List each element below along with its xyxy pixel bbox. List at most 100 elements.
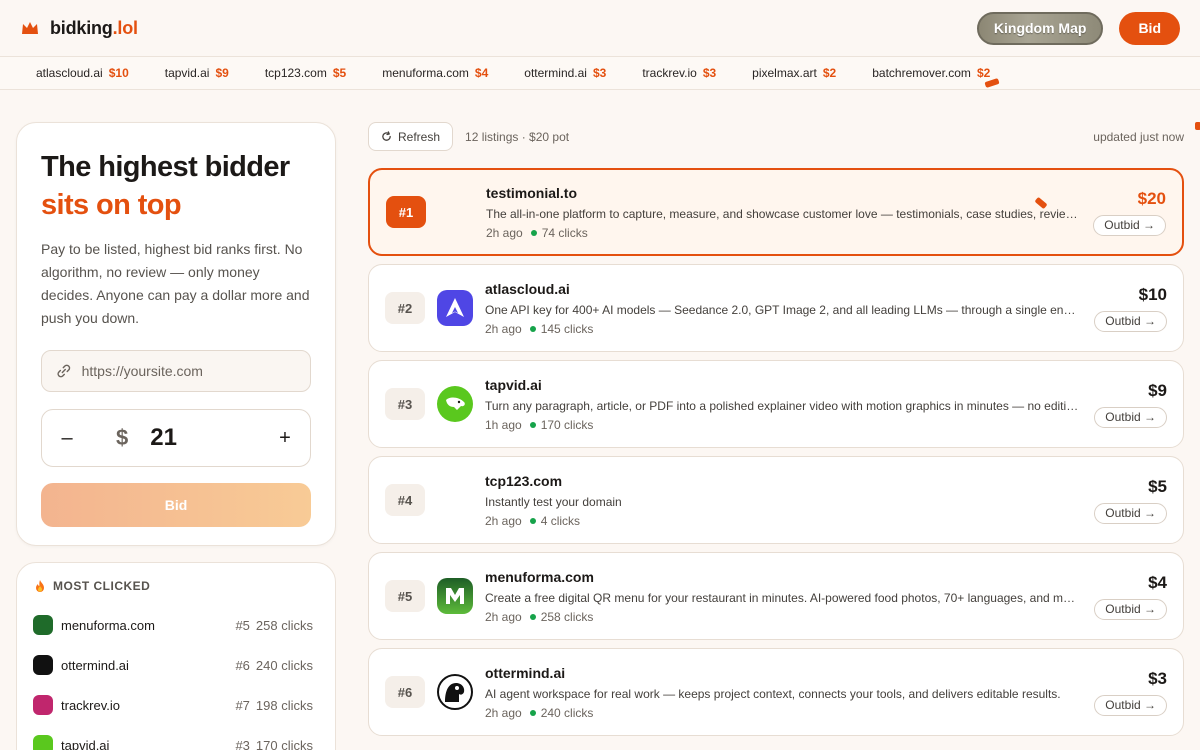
ticker-item-name: menuforma.com bbox=[382, 66, 469, 80]
ticker-item[interactable]: batchremover.com $2 bbox=[872, 66, 990, 80]
outbid-button[interactable]: Outbid → bbox=[1094, 406, 1167, 428]
increment-button[interactable]: + bbox=[276, 427, 294, 450]
ticker-item-name: ottermind.ai bbox=[524, 66, 587, 80]
site-avatar bbox=[33, 655, 53, 675]
rank-badge: #3 bbox=[385, 388, 425, 420]
listing-age: 2h ago bbox=[485, 514, 522, 528]
hero-title: The highest bidder sits on top bbox=[41, 151, 290, 221]
listing-name[interactable]: tapvid.ai bbox=[485, 376, 1081, 394]
ticker-item[interactable]: menuforma.com $4 bbox=[382, 66, 488, 80]
header-bid-button[interactable]: Bid bbox=[1119, 11, 1180, 45]
listing-age: 1h ago bbox=[485, 418, 522, 432]
listing-card[interactable]: #1 testimonial.to The all-in-one platfor… bbox=[368, 168, 1184, 256]
ticker-item[interactable]: tapvid.ai $9 bbox=[165, 66, 229, 80]
listing-description: Create a free digital QR menu for your r… bbox=[485, 591, 1081, 605]
outbid-button[interactable]: Outbid → bbox=[1094, 310, 1167, 332]
hero-description: Pay to be listed, highest bid ranks firs… bbox=[41, 241, 310, 326]
refresh-icon bbox=[382, 131, 391, 141]
listing-clicks: 145 clicks bbox=[540, 322, 594, 336]
most-clicked-item[interactable]: menuforma.com #5 258 clicks bbox=[33, 605, 313, 645]
listing-card[interactable]: #2 atlascloud.ai One API key for 400+ AI… bbox=[368, 264, 1184, 352]
listing-name[interactable]: menuforma.com bbox=[485, 568, 1081, 586]
most-clicked-item[interactable]: tapvid.ai #3 170 clicks bbox=[33, 725, 313, 750]
ticker-item[interactable]: atlascloud.ai $10 bbox=[36, 66, 129, 80]
site-logo bbox=[438, 194, 474, 230]
listing-card[interactable]: #4 tcp123.com Instantly test your domain… bbox=[368, 456, 1184, 544]
listing-price: $5 bbox=[1148, 476, 1167, 496]
clicks-dot-icon bbox=[529, 710, 536, 716]
ticker-item-price: $9 bbox=[215, 66, 229, 80]
ticker-item-name: tcp123.com bbox=[264, 66, 327, 80]
brand-logo[interactable]: bidking.lol bbox=[20, 18, 138, 39]
outbid-button[interactable]: Outbid → bbox=[1094, 598, 1167, 620]
listing-price: $20 bbox=[1137, 188, 1166, 208]
most-clicked-item[interactable]: trackrev.io #7 198 clicks bbox=[33, 685, 313, 725]
listing-name[interactable]: ottermind.ai bbox=[485, 664, 1081, 682]
ticker-item-name: atlascloud.ai bbox=[36, 66, 103, 80]
url-field[interactable] bbox=[41, 350, 311, 392]
site-avatar bbox=[33, 615, 53, 635]
rank-badge: #6 bbox=[385, 676, 425, 708]
listing-card[interactable]: #3 tapvid.ai Turn any paragraph, article… bbox=[368, 360, 1184, 448]
ticker-item[interactable]: ottermind.ai $3 bbox=[524, 66, 606, 80]
submit-bid-button[interactable]: Bid bbox=[41, 483, 311, 527]
listing-description: AI agent workspace for real work — keeps… bbox=[485, 687, 1061, 701]
clicks-dot-icon bbox=[529, 518, 536, 524]
listing-price: $3 bbox=[1148, 668, 1167, 688]
listing-name[interactable]: testimonial.to bbox=[486, 184, 1082, 202]
listing-clicks: 4 clicks bbox=[540, 514, 581, 528]
listing-age: 2h ago bbox=[485, 706, 522, 720]
most-clicked-name: ottermind.ai bbox=[61, 657, 129, 673]
site-logo bbox=[437, 386, 473, 422]
site-logo bbox=[437, 674, 473, 710]
ticker-item[interactable]: pixelmax.art $2 bbox=[752, 66, 836, 80]
ticker-item-price: $2 bbox=[822, 66, 837, 80]
listing-price: $9 bbox=[1148, 380, 1167, 400]
site-avatar bbox=[33, 695, 53, 715]
bid-card: The highest bidder sits on top Pay to be… bbox=[16, 122, 336, 546]
listing-summary: 12 listings · $20 pot bbox=[465, 129, 570, 144]
ticker-item-name: trackrev.io bbox=[642, 66, 697, 80]
listing-toolbar: Refresh 12 listings · $20 pot updated ju… bbox=[368, 122, 1184, 151]
top-header: bidking.lol Kingdom Map Bid bbox=[0, 0, 1200, 57]
most-clicked-item[interactable]: ottermind.ai #6 240 clicks bbox=[33, 645, 313, 685]
listing-name[interactable]: tcp123.com bbox=[485, 472, 1081, 490]
most-clicked-panel: MOST CLICKED menuforma.com #5 258 clicks… bbox=[16, 562, 336, 750]
ticker-item[interactable]: tcp123.com $5 bbox=[265, 66, 346, 80]
most-clicked-clicks: 170 clicks bbox=[255, 737, 313, 750]
clicks-dot-icon bbox=[529, 614, 536, 620]
bid-amount-value[interactable]: 21 bbox=[150, 424, 177, 452]
url-input[interactable] bbox=[81, 363, 296, 379]
most-clicked-title: MOST CLICKED bbox=[33, 579, 313, 593]
listing-description: Turn any paragraph, article, or PDF into… bbox=[485, 399, 1081, 413]
ticker-item-name: tapvid.ai bbox=[164, 66, 210, 80]
ticker-item-price: $2 bbox=[976, 66, 991, 80]
ticker-item-price: $5 bbox=[332, 66, 347, 80]
listing-description: Instantly test your domain bbox=[485, 495, 622, 509]
listing-age: 2h ago bbox=[485, 322, 522, 336]
most-clicked-clicks: 240 clicks bbox=[255, 657, 313, 673]
listing-card[interactable]: #5 menuforma.com Create a free digital Q… bbox=[368, 552, 1184, 640]
listing-card[interactable]: #6 ottermind.ai AI agent workspace for r… bbox=[368, 648, 1184, 736]
outbid-button[interactable]: Outbid → bbox=[1094, 694, 1167, 716]
most-clicked-name: menuforma.com bbox=[61, 617, 155, 633]
ticker-item[interactable]: trackrev.io $3 bbox=[642, 66, 716, 80]
ticker-item-price: $3 bbox=[702, 66, 717, 80]
most-clicked-name: trackrev.io bbox=[61, 697, 120, 713]
updated-status: updated just now bbox=[1093, 129, 1184, 144]
listing-clicks: 74 clicks bbox=[541, 226, 588, 240]
outbid-button[interactable]: Outbid → bbox=[1093, 214, 1166, 236]
link-icon bbox=[57, 364, 71, 378]
decrement-button[interactable]: – bbox=[58, 427, 76, 450]
listing-age: 2h ago bbox=[485, 610, 522, 624]
most-clicked-clicks: 198 clicks bbox=[255, 697, 313, 713]
listing-price: $4 bbox=[1148, 572, 1167, 592]
kingdom-map-button[interactable]: Kingdom Map bbox=[976, 11, 1104, 45]
outbid-button[interactable]: Outbid → bbox=[1094, 502, 1167, 524]
rank-badge: #2 bbox=[385, 292, 425, 324]
listing-name[interactable]: atlascloud.ai bbox=[485, 280, 1081, 298]
listing-description: One API key for 400+ AI models — Seedanc… bbox=[485, 303, 1081, 317]
listing-meta: 2h ago 240 clicks bbox=[485, 706, 1081, 720]
site-avatar bbox=[33, 735, 53, 750]
refresh-button[interactable]: Refresh bbox=[368, 122, 454, 151]
